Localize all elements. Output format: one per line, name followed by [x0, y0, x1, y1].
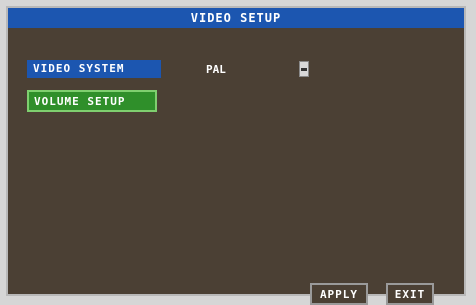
exit-button[interactable]: EXIT — [386, 283, 434, 305]
video-setup-window: VIDEO SETUP VIDEO SYSTEM PAL VOLUME SETU… — [6, 6, 466, 305]
volume-setup-button[interactable]: VOLUME SETUP — [27, 90, 157, 112]
video-system-value: PAL — [206, 62, 226, 76]
video-system-label: VIDEO SYSTEM — [27, 60, 161, 78]
screen: VIDEO SETUP VIDEO SYSTEM PAL VOLUME SETU… — [0, 0, 476, 305]
chevron-down-icon[interactable] — [299, 61, 309, 77]
apply-button[interactable]: APPLY — [310, 283, 368, 305]
window-title: VIDEO SETUP — [8, 8, 464, 28]
video-system-row: VIDEO SYSTEM PAL — [27, 60, 327, 78]
video-system-select[interactable]: PAL — [203, 60, 309, 78]
